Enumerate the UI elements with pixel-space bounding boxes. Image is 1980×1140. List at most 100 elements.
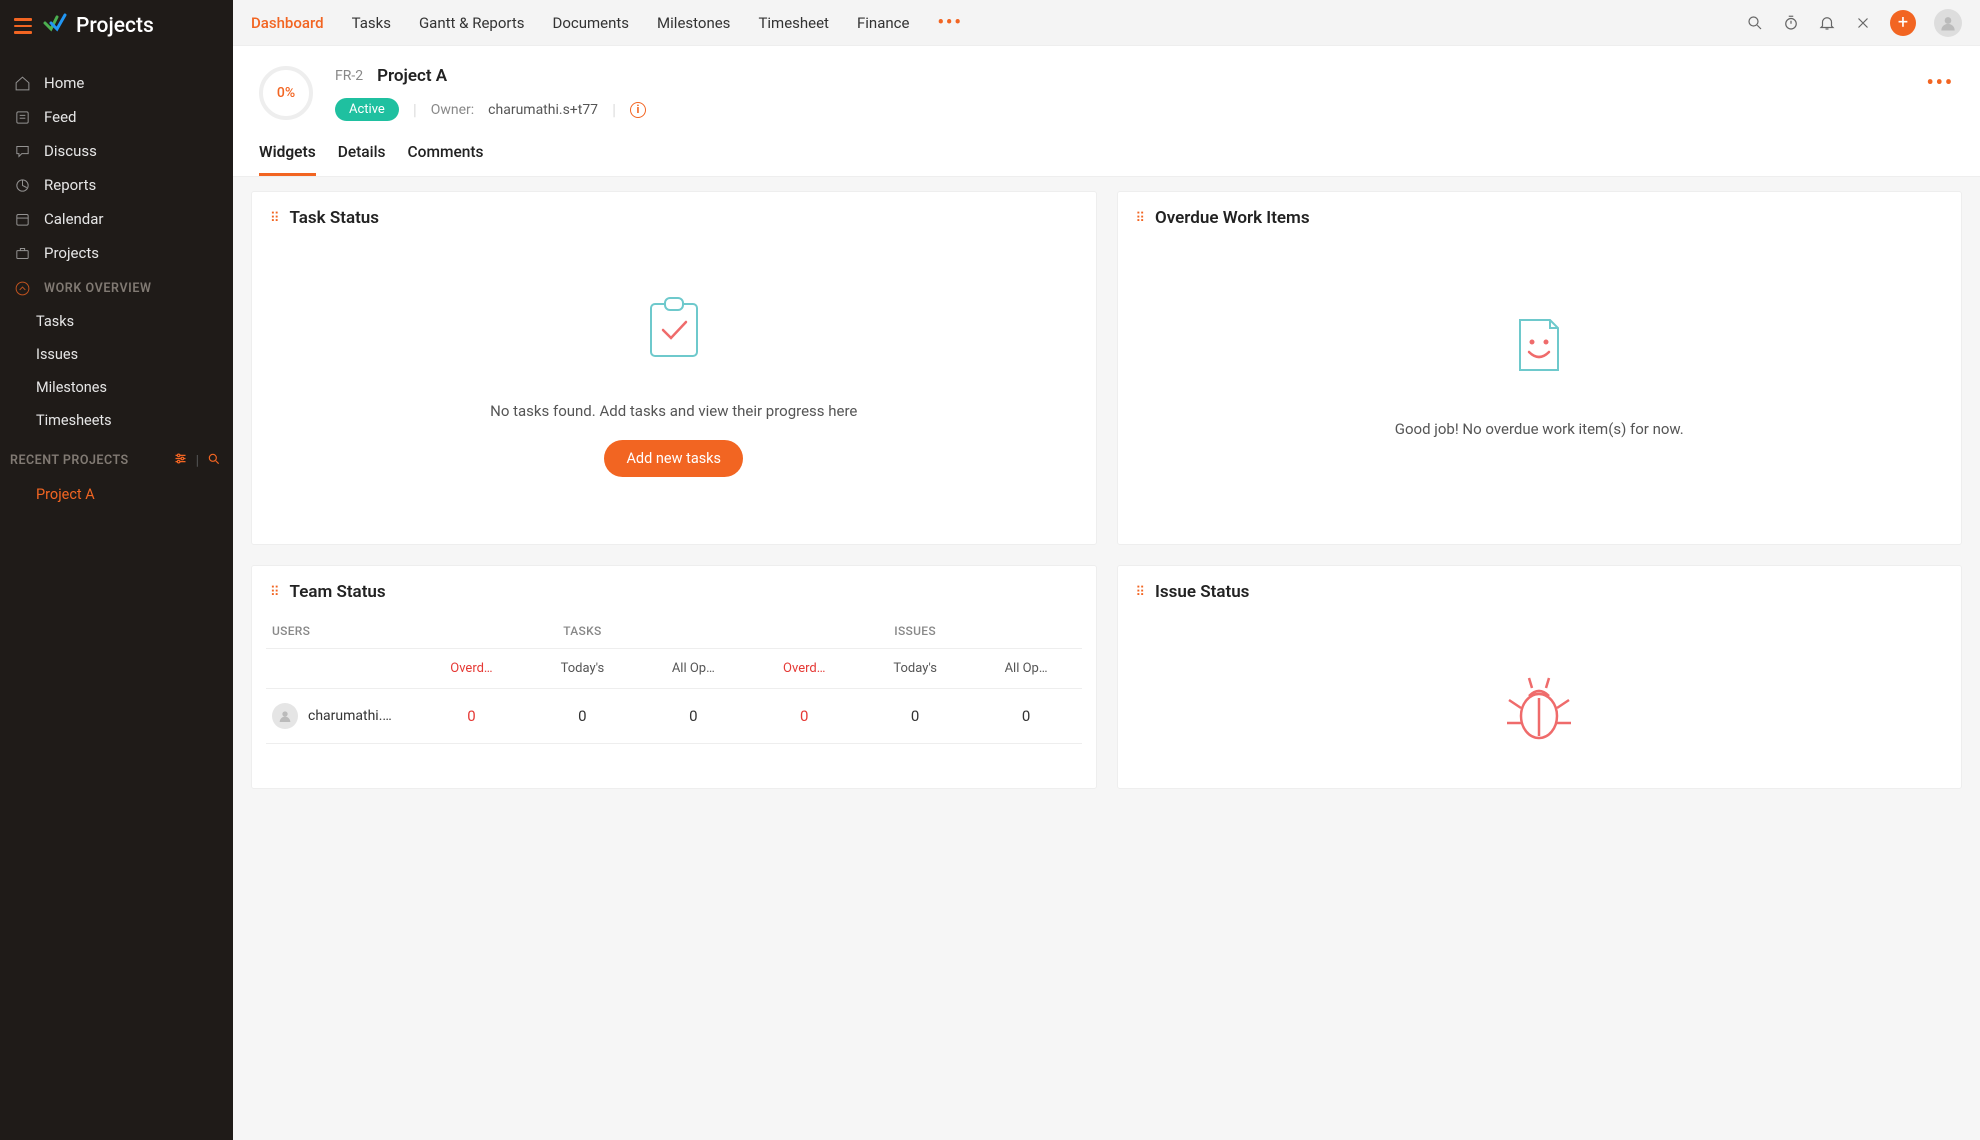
tab-documents[interactable]: Documents xyxy=(552,2,629,44)
app-logo: Projects xyxy=(42,10,154,42)
topbar: Dashboard Tasks Gantt & Reports Document… xyxy=(233,0,1980,46)
subtab-widgets[interactable]: Widgets xyxy=(259,143,316,176)
sidebar-item-home[interactable]: Home xyxy=(0,66,233,100)
widget-issue-status: ⠿ Issue Status xyxy=(1117,565,1963,789)
widget-title: Task Status xyxy=(290,208,380,228)
sidebar-item-reports[interactable]: Reports xyxy=(0,168,233,202)
widget-task-status: ⠿ Task Status No tasks found. Add tasks … xyxy=(251,191,1097,545)
cell-value: 0 xyxy=(416,707,527,725)
widget-overdue: ⠿ Overdue Work Items Good job! No overdu… xyxy=(1117,191,1963,545)
widget-title: Overdue Work Items xyxy=(1155,208,1310,228)
sidebar-item-discuss[interactable]: Discuss xyxy=(0,134,233,168)
section-title: WORK OVERVIEW xyxy=(44,281,152,296)
subcol-overdue: Overd… xyxy=(749,661,860,676)
cell-value: 0 xyxy=(971,707,1082,725)
progress-circle: 0% xyxy=(259,66,313,120)
sidebar-item-tasks[interactable]: Tasks xyxy=(0,305,233,338)
user-avatar-icon xyxy=(272,703,298,729)
sidebar-item-milestones[interactable]: Milestones xyxy=(0,371,233,404)
sidebar-label: Discuss xyxy=(44,142,97,160)
separator: | xyxy=(413,100,417,119)
sidebar-item-feed[interactable]: Feed xyxy=(0,100,233,134)
sidebar-label: Reports xyxy=(44,176,96,194)
sidebar-item-calendar[interactable]: Calendar xyxy=(0,202,233,236)
tab-dashboard[interactable]: Dashboard xyxy=(251,2,324,44)
tab-gantt-reports[interactable]: Gantt & Reports xyxy=(419,2,525,44)
sidebar-item-projects[interactable]: Projects xyxy=(0,236,233,270)
divider: | xyxy=(196,453,199,469)
tab-finance[interactable]: Finance xyxy=(857,2,909,44)
bell-icon[interactable] xyxy=(1818,14,1836,32)
tab-tasks[interactable]: Tasks xyxy=(352,2,391,44)
subcol-allopen: All Op… xyxy=(638,661,749,676)
tab-timesheet[interactable]: Timesheet xyxy=(758,2,829,44)
subcol-today: Today's xyxy=(860,661,971,676)
sidebar-label: Home xyxy=(44,74,84,92)
cell-value: 0 xyxy=(749,707,860,725)
cell-value: 0 xyxy=(638,707,749,725)
empty-state-text: No tasks found. Add tasks and view their… xyxy=(490,402,857,420)
user-avatar[interactable] xyxy=(1934,9,1962,37)
more-tabs-icon[interactable]: ••• xyxy=(937,12,962,33)
sidebar-item-issues[interactable]: Issues xyxy=(0,338,233,371)
widget-title: Issue Status xyxy=(1155,582,1249,602)
chevron-up-icon xyxy=(14,280,31,297)
info-icon[interactable]: i xyxy=(630,102,646,118)
cell-value: 0 xyxy=(527,707,638,725)
status-badge[interactable]: Active xyxy=(335,98,399,121)
app-name: Projects xyxy=(76,14,154,38)
smiley-document-icon xyxy=(1504,310,1574,380)
bug-icon xyxy=(1499,668,1579,748)
tab-milestones[interactable]: Milestones xyxy=(657,2,730,44)
reports-icon xyxy=(14,177,31,194)
clipboard-check-icon xyxy=(639,292,709,362)
search-icon[interactable] xyxy=(207,452,221,470)
subcol-today: Today's xyxy=(527,661,638,676)
search-icon[interactable] xyxy=(1746,14,1764,32)
col-header-issues: ISSUES xyxy=(749,624,1082,638)
more-actions-icon[interactable]: ••• xyxy=(1926,70,1954,94)
drag-handle-icon[interactable]: ⠿ xyxy=(270,585,280,600)
widget-team-status: ⠿ Team Status USERS TASKS ISSUES Overd… … xyxy=(251,565,1097,789)
timer-icon[interactable] xyxy=(1782,14,1800,32)
project-code: FR-2 xyxy=(335,68,363,84)
briefcase-icon xyxy=(14,245,31,262)
home-icon xyxy=(14,75,31,92)
sidebar-label: Projects xyxy=(44,244,99,262)
projects-logo-icon xyxy=(42,10,68,42)
feed-icon xyxy=(14,109,31,126)
recent-project-item[interactable]: Project A xyxy=(0,478,233,511)
add-button[interactable]: + xyxy=(1890,10,1916,36)
calendar-icon xyxy=(14,211,31,228)
drag-handle-icon[interactable]: ⠿ xyxy=(1136,211,1146,226)
col-header-users: USERS xyxy=(266,624,416,638)
hamburger-menu-icon[interactable] xyxy=(14,18,32,34)
user-name: charumathi.… xyxy=(308,708,392,724)
subtab-comments[interactable]: Comments xyxy=(408,143,484,176)
drag-handle-icon[interactable]: ⠿ xyxy=(270,211,280,226)
sidebar-label: Feed xyxy=(44,108,77,126)
add-new-tasks-button[interactable]: Add new tasks xyxy=(604,440,743,477)
sidebar: Projects Home Feed Discuss Reports xyxy=(0,0,233,1140)
empty-state-text: Good job! No overdue work item(s) for no… xyxy=(1395,420,1684,438)
cell-value: 0 xyxy=(860,707,971,725)
tools-icon[interactable] xyxy=(1854,14,1872,32)
owner-label: Owner: xyxy=(431,102,474,118)
widget-title: Team Status xyxy=(290,582,386,602)
discuss-icon xyxy=(14,143,31,160)
filter-icon[interactable] xyxy=(173,451,188,470)
owner-name: charumathi.s+t77 xyxy=(488,102,598,118)
subcol-allopen: All Op… xyxy=(971,661,1082,676)
separator: | xyxy=(612,100,616,119)
work-overview-header[interactable]: WORK OVERVIEW xyxy=(0,270,233,305)
subtab-details[interactable]: Details xyxy=(338,143,386,176)
recent-projects-title: RECENT PROJECTS xyxy=(10,453,129,468)
project-name: Project A xyxy=(377,66,447,86)
sidebar-label: Calendar xyxy=(44,210,104,228)
drag-handle-icon[interactable]: ⠿ xyxy=(1136,585,1146,600)
project-header: 0% FR-2 Project A Active | Owner: charum… xyxy=(233,46,1980,121)
subcol-overdue: Overd… xyxy=(416,661,527,676)
col-header-tasks: TASKS xyxy=(416,624,749,638)
sidebar-item-timesheets[interactable]: Timesheets xyxy=(0,404,233,437)
table-row: charumathi.… 0 0 0 0 0 0 xyxy=(266,689,1082,744)
